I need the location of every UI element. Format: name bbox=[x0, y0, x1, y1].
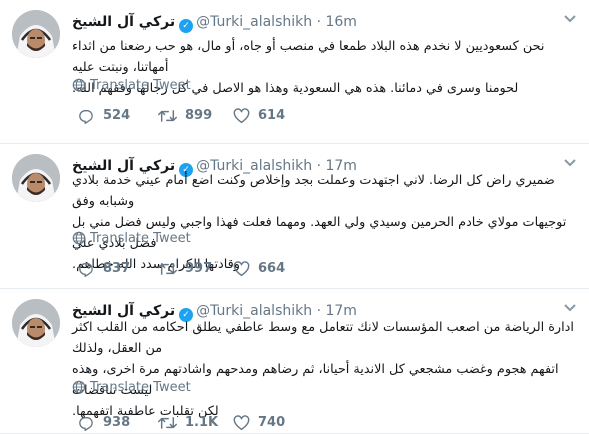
like-button[interactable]: 614 bbox=[233, 107, 285, 125]
tweet-text-line: ضميري راض كل الرضا. لاني اجتهدت وعملت بج… bbox=[72, 173, 555, 209]
translate-tweet-link[interactable]: Translate Tweet bbox=[72, 231, 191, 247]
like-button[interactable]: 664 bbox=[233, 260, 285, 278]
heart-icon bbox=[233, 261, 250, 277]
avatar-image bbox=[12, 299, 60, 347]
chevron-down-icon[interactable] bbox=[563, 301, 577, 315]
heart-icon bbox=[233, 415, 250, 431]
tweet[interactable]: تركي آل الشيخ ✓ @Turki_alalshikh · 16m نحن… bbox=[0, 0, 589, 144]
tweet-text: ادارة الرياضة من اصعب المؤسسات لانك تتعا… bbox=[72, 317, 577, 422]
reply-count: 837 bbox=[103, 261, 131, 276]
display-name[interactable]: تركي آل الشيخ bbox=[72, 14, 175, 30]
reply-icon bbox=[79, 417, 93, 431]
heart-icon bbox=[233, 108, 250, 124]
reply-count: 524 bbox=[103, 108, 131, 123]
tweet-text-line: نحن كسعوديين لا نخدم هذه البلاد طمعا في … bbox=[72, 39, 545, 75]
reply-button[interactable]: 938 bbox=[78, 414, 130, 432]
tweet-timestamp[interactable]: 16m bbox=[325, 14, 356, 30]
globe-icon bbox=[72, 380, 86, 394]
retweet-button[interactable]: 1.1K bbox=[158, 414, 218, 432]
translate-label: Translate Tweet bbox=[90, 78, 191, 93]
reply-button[interactable]: 837 bbox=[78, 260, 130, 278]
reply-button[interactable]: 524 bbox=[78, 107, 130, 125]
retweet-count: 1.1K bbox=[185, 415, 219, 430]
tweet[interactable]: تركي آل الشيخ ✓ @Turki_alalshikh · 17m ادا… bbox=[0, 289, 589, 434]
translate-label: Translate Tweet bbox=[90, 380, 191, 395]
globe-icon bbox=[72, 231, 86, 245]
user-handle[interactable]: @Turki_alalshikh bbox=[196, 14, 312, 30]
retweet-button[interactable]: 899 bbox=[158, 107, 212, 125]
reply-icon bbox=[79, 110, 93, 124]
avatar-image bbox=[12, 154, 60, 202]
translate-label: Translate Tweet bbox=[90, 231, 191, 246]
retweet-icon bbox=[158, 110, 177, 122]
like-button[interactable]: 740 bbox=[233, 414, 285, 432]
separator-dot: · bbox=[316, 14, 322, 30]
tweet-header: تركي آل الشيخ ✓ @Turki_alalshikh · 16m bbox=[72, 13, 357, 33]
avatar[interactable] bbox=[12, 299, 60, 347]
retweet-icon bbox=[158, 417, 177, 429]
retweet-count: 899 bbox=[185, 108, 213, 123]
avatar[interactable] bbox=[12, 10, 60, 58]
tweet-text-line: ادارة الرياضة من اصعب المؤسسات لانك تتعا… bbox=[72, 320, 574, 356]
retweet-button[interactable]: 997 bbox=[158, 260, 212, 278]
retweet-count: 997 bbox=[185, 261, 213, 276]
tweet-text-line: وقادتها الكرام سدد الله خطاهم. bbox=[72, 257, 240, 272]
tweet[interactable]: تركي آل الشيخ ✓ @Turki_alalshikh · 17m ضمي… bbox=[0, 144, 589, 289]
globe-icon bbox=[72, 78, 86, 92]
reply-icon bbox=[79, 263, 93, 277]
tweet-text: ضميري راض كل الرضا. لاني اجتهدت وعملت بج… bbox=[72, 170, 577, 275]
like-count: 740 bbox=[258, 415, 286, 430]
avatar-image bbox=[12, 10, 60, 58]
tweet-feed: تركي آل الشيخ ✓ @Turki_alalshikh · 16m نحن… bbox=[0, 0, 589, 434]
chevron-down-icon[interactable] bbox=[563, 12, 577, 26]
verified-badge-icon: ✓ bbox=[179, 19, 194, 33]
translate-tweet-link[interactable]: Translate Tweet bbox=[72, 380, 191, 396]
reply-count: 938 bbox=[103, 415, 131, 430]
chevron-down-icon[interactable] bbox=[563, 156, 577, 170]
like-count: 664 bbox=[258, 261, 286, 276]
retweet-icon bbox=[158, 263, 177, 275]
translate-tweet-link[interactable]: Translate Tweet bbox=[72, 78, 191, 94]
like-count: 614 bbox=[258, 108, 286, 123]
avatar[interactable] bbox=[12, 154, 60, 202]
tweet-text-line: لكن تقلبات عاطفية اتفهمها. bbox=[72, 404, 219, 419]
